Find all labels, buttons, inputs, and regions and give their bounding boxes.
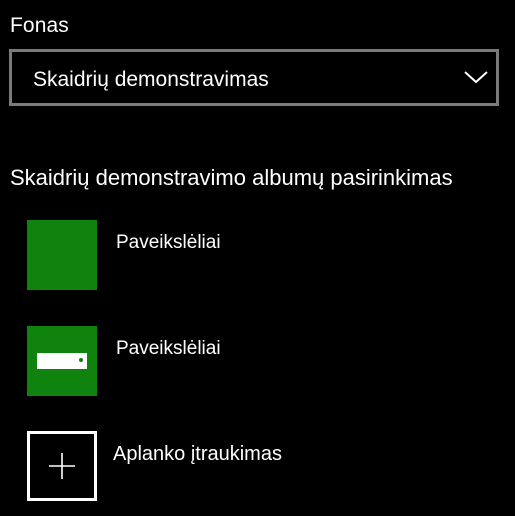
background-dropdown[interactable]: Skaidrių demonstravimas [9,49,499,106]
album-selection-heading: Skaidrių demonstravimo albumų pasirinkim… [10,165,453,190]
album-thumbnail [27,220,97,290]
background-dropdown-value: Skaidrių demonstravimas [33,68,269,91]
add-folder-button[interactable]: Aplanko įtraukimas [27,431,487,501]
album-item-pictures-1[interactable]: Paveikslėliai [27,220,487,290]
album-item-label: Paveikslėliai [116,232,221,253]
plus-icon [49,453,75,479]
chevron-down-icon [464,71,488,84]
album-thumbnail [27,326,97,396]
add-folder-tile [27,431,97,501]
album-item-label: Paveikslėliai [116,338,221,359]
background-section-label: Fonas [10,14,69,37]
add-folder-label: Aplanko įtraukimas [113,443,282,465]
image-placeholder-icon [37,353,87,369]
album-item-pictures-2[interactable]: Paveikslėliai [27,326,487,396]
